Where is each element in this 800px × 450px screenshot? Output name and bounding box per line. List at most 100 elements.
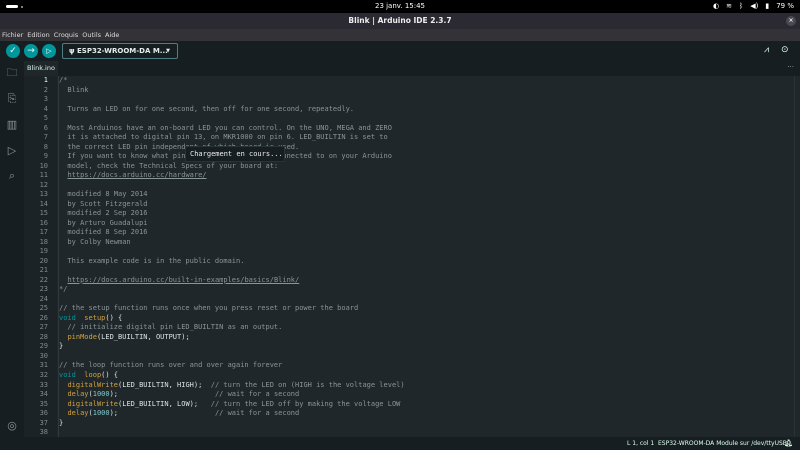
code-line[interactable]: 10 model, check the Technical Specs of y… <box>24 162 405 172</box>
code-lines[interactable]: 1/* 2 Blink 3 4 Turns an LED on for one sec… <box>24 76 405 438</box>
code-line[interactable]: 35 digitalWrite(LED_BUILTIN, LOW); // tu… <box>24 400 405 410</box>
code-token: () { <box>105 313 123 322</box>
code-link[interactable]: https://docs.arduino.cc/built-in-example… <box>67 276 299 284</box>
code-line[interactable]: 20 This example code is in the public do… <box>24 257 405 267</box>
line-number: 18 <box>39 237 48 246</box>
code-line[interactable]: 22 https://docs.arduino.cc/built-in-exam… <box>24 276 405 286</box>
code-text: void setup() { <box>48 314 122 324</box>
code-line[interactable]: 18 by Colby Newman <box>24 238 405 248</box>
code-line[interactable]: 24 <box>24 295 405 305</box>
debug-icon[interactable]: ▷ <box>5 144 19 158</box>
code-text: // initialize digital pin LED_BUILTIN as… <box>48 323 282 333</box>
menu-fichier[interactable]: Fichier <box>2 29 23 41</box>
boards-manager-icon[interactable]: ⎘ <box>5 92 19 106</box>
code-token: (LED_BUILTIN, OUTPUT); <box>96 332 190 341</box>
code-line[interactable]: 30 <box>24 352 405 362</box>
serial-plotter-icon[interactable]: ⩘ <box>764 45 769 55</box>
board-selector[interactable]: ψ ESP32-WROOM-DA M... ▼ <box>62 43 178 59</box>
line-number: 35 <box>39 399 48 408</box>
vertical-scrollbar[interactable] <box>794 76 800 437</box>
line-number: 8 <box>43 142 48 151</box>
code-text: } <box>48 419 63 429</box>
code-line[interactable]: 15 modified 2 Sep 2016 <box>24 209 405 219</box>
code-line[interactable]: 1 /* <box>24 76 405 86</box>
code-token: ); <box>109 409 215 418</box>
code-line[interactable]: 4 Turns an LED on for one second, then o… <box>24 105 405 115</box>
editor-tabs: Blink.ino ··· <box>24 61 800 76</box>
code-line[interactable]: 2 Blink <box>24 86 405 96</box>
line-number: 23 <box>39 285 48 294</box>
code-text: digitalWrite(LED_BUILTIN, HIGH); // turn… <box>48 380 405 391</box>
code-token: // initialize digital pin LED_BUILTIN as… <box>59 323 283 332</box>
tab-blink-ino[interactable]: Blink.ino <box>24 61 58 76</box>
line-number: 19 <box>39 247 48 256</box>
code-token: delay <box>67 390 89 399</box>
profile-icon[interactable]: ◎ <box>5 419 19 433</box>
code-line[interactable]: 5 <box>24 114 405 124</box>
code-line[interactable]: 31 // the loop function runs over and ove… <box>24 361 405 371</box>
code-token: // turn the LED on (HIGH is the voltage … <box>210 380 405 389</box>
code-line[interactable]: 17 modified 8 Sep 2016 <box>24 228 405 238</box>
code-line[interactable]: 11 https://docs.arduino.cc/hardware/ <box>24 171 405 181</box>
code-line[interactable]: 32 void loop() { <box>24 371 405 381</box>
board-port-status[interactable]: ESP32-WROOM-DA Module sur /dev/ttyUSB0 <box>658 437 791 450</box>
code-token: () { <box>101 370 119 379</box>
cursor-position[interactable]: L 1, col 1 <box>627 437 654 450</box>
code-link[interactable]: https://docs.arduino.cc/hardware/ <box>67 171 206 179</box>
line-number: 27 <box>39 323 48 332</box>
code-line[interactable]: 12 <box>24 181 405 191</box>
debug-button[interactable]: ▷ <box>42 44 56 58</box>
code-token: This example code is in the public domai… <box>59 256 245 265</box>
code-line[interactable]: 13 modified 8 May 2014 <box>24 190 405 200</box>
menu-outils[interactable]: Outils <box>82 29 101 41</box>
code-line[interactable]: 26 void setup() { <box>24 314 405 324</box>
library-manager-icon[interactable]: ▥ <box>5 118 19 132</box>
code-text: delay(1000); // wait for a second <box>48 409 299 419</box>
code-line[interactable]: 6 Most Arduinos have an on-board LED you… <box>24 124 405 134</box>
code-line[interactable]: 27 // initialize digital pin LED_BUILTIN… <box>24 323 405 333</box>
code-line[interactable]: 28 pinMode(LED_BUILTIN, OUTPUT); <box>24 333 405 343</box>
code-token: // the loop function runs over and over … <box>59 361 283 370</box>
code-line[interactable]: 33 digitalWrite(LED_BUILTIN, HIGH); // t… <box>24 381 405 391</box>
menu-edition[interactable]: Edition <box>27 29 50 41</box>
more-options-icon[interactable]: ··· <box>787 63 794 71</box>
search-icon[interactable]: ⌕ <box>5 169 19 183</box>
code-line[interactable]: 16 by Arturo Guadalupi <box>24 219 405 229</box>
notification-bell-icon[interactable]: 🔔︎ <box>784 437 793 450</box>
verify-button[interactable]: ✓ <box>6 44 20 58</box>
code-text: digitalWrite(LED_BUILTIN, LOW); // turn … <box>48 400 400 410</box>
battery-level: 79 % <box>776 2 794 10</box>
code-line[interactable]: 25 // the setup function runs once when y… <box>24 304 405 314</box>
clock[interactable]: 23 janv. 15:45 <box>0 2 800 10</box>
system-tray[interactable]: ◐ ≋ ᛒ ◀) ▮ 79 % <box>713 2 794 10</box>
upload-button[interactable]: → <box>24 44 38 58</box>
code-text: by Arturo Guadalupi <box>48 219 147 229</box>
code-line[interactable]: 21 <box>24 266 405 276</box>
code-line[interactable]: 29} <box>24 342 405 352</box>
code-line[interactable]: 36 delay(1000); // wait for a second <box>24 409 405 419</box>
code-line[interactable]: 37} <box>24 419 405 429</box>
line-number: 3 <box>43 95 48 104</box>
close-window-button[interactable]: × <box>786 16 796 26</box>
line-number: 25 <box>39 304 48 313</box>
code-line[interactable]: 23 */ <box>24 285 405 295</box>
menu-aide[interactable]: Aide <box>105 29 119 41</box>
code-text: delay(1000); // wait for a second <box>48 390 299 400</box>
code-line[interactable]: 7 it is attached to digital pin 13, on M… <box>24 133 405 143</box>
serial-monitor-icon[interactable]: ⊙ <box>781 45 789 55</box>
code-line[interactable]: 14 by Scott Fitzgerald <box>24 200 405 210</box>
sketchbook-folder-icon[interactable]: 🗀 <box>5 66 19 80</box>
code-token: void <box>59 313 76 322</box>
code-line[interactable]: 19 <box>24 247 405 257</box>
code-line[interactable]: 34 delay(1000); // wait for a second <box>24 390 405 400</box>
menu-croquis[interactable]: Croquis <box>54 29 78 41</box>
code-line[interactable]: 3 <box>24 95 405 105</box>
code-editor[interactable]: 1/* 2 Blink 3 4 Turns an LED on for one sec… <box>24 76 800 437</box>
code-text: void loop() { <box>48 371 118 381</box>
line-number: 36 <box>39 409 48 418</box>
volume-icon: ◀) <box>750 2 759 10</box>
line-number: 11 <box>39 171 48 180</box>
